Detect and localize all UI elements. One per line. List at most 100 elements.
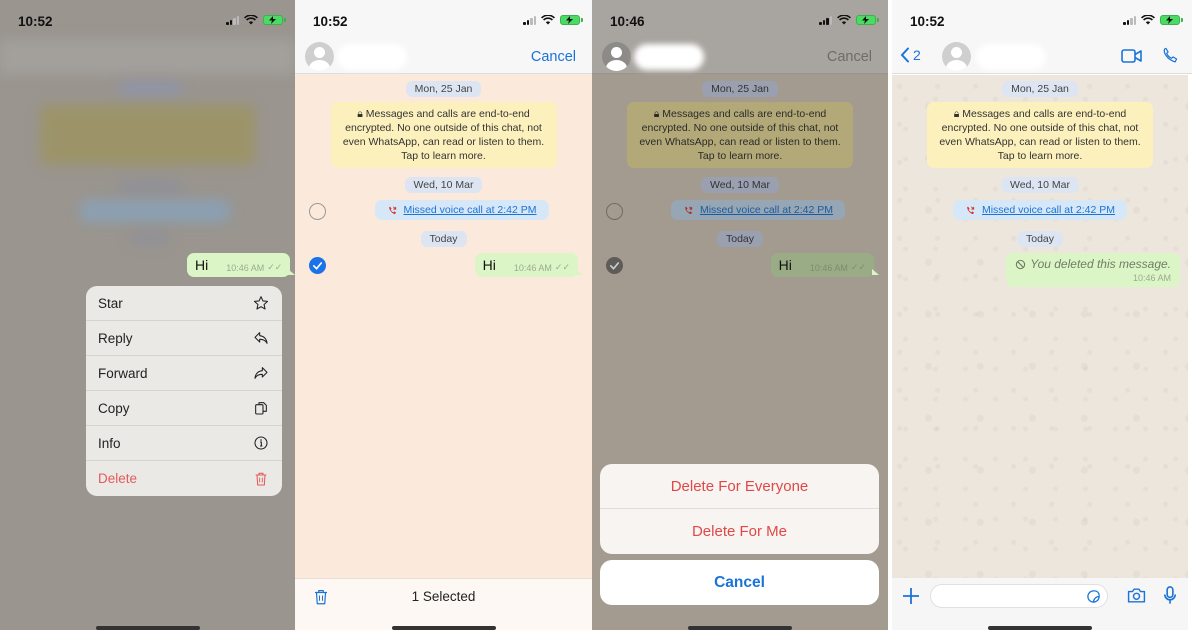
menu-item-info[interactable]: Info	[86, 426, 282, 461]
message-meta: 10:46 AM ✓✓	[226, 262, 282, 273]
selection-toolbar: 1 Selected	[295, 578, 592, 630]
message-bubble[interactable]: Hi 10:46 AM ✓✓	[187, 253, 295, 277]
message-time: 10:46 AM	[513, 262, 552, 273]
message-time: 10:46 AM	[226, 262, 265, 273]
contact-name-redacted	[976, 44, 1046, 70]
menu-item-copy[interactable]: Copy	[86, 391, 282, 426]
phone-call-icon[interactable]	[1161, 47, 1178, 64]
date-chip: Wed, 10 Mar	[404, 177, 483, 193]
cancel-button: Cancel	[826, 49, 872, 65]
menu-item-label: Star	[98, 295, 123, 311]
select-radio-checked[interactable]	[309, 257, 326, 274]
message-meta: 10:46 AM ✓✓	[514, 262, 570, 273]
message-bubble: Hi 10:46 AM ✓✓	[770, 253, 880, 277]
context-menu: Star Reply Forward Copy Info Delete	[86, 286, 282, 496]
status-icons	[523, 15, 583, 25]
delete-for-everyone-button[interactable]: Delete For Everyone	[600, 464, 879, 509]
message-time: 10:46 AM	[809, 262, 848, 273]
chevron-left-icon	[900, 47, 909, 63]
contact-avatar[interactable]	[942, 42, 971, 71]
message-input[interactable]	[930, 584, 1108, 608]
action-sheet-cancel-button[interactable]: Cancel	[600, 560, 879, 605]
deleted-message-bubble[interactable]: You deleted this message. 10:46 AM	[1006, 253, 1180, 287]
trash-icon	[255, 472, 267, 486]
battery-charging-icon	[263, 15, 286, 25]
double-check-icon: ✓✓	[850, 262, 866, 272]
missed-call-bubble[interactable]: Missed voice call at 2:42 PM	[952, 200, 1128, 220]
cancel-button[interactable]: Cancel	[531, 49, 576, 65]
missed-call-bubble[interactable]: Missed voice call at 2:42 PM	[374, 200, 549, 220]
blurred-encryption-notice	[40, 105, 255, 165]
menu-item-star[interactable]: Star	[86, 286, 282, 321]
nav-bar: Cancel	[592, 40, 888, 74]
panel-delete-action-sheet: 10:46 Cancel Mon, 25 Jan 🔒︎ Messages and…	[592, 0, 888, 630]
wifi-icon	[541, 15, 555, 25]
lock-icon: 🔒︎	[953, 108, 960, 120]
menu-item-label: Delete	[98, 471, 138, 486]
status-time: 10:52	[910, 14, 945, 29]
back-button[interactable]: 2	[900, 47, 921, 63]
deleted-message-content: You deleted this message.	[1015, 257, 1171, 271]
missed-call-icon	[967, 206, 975, 214]
microphone-icon[interactable]	[1163, 586, 1177, 605]
status-bar: 10:52	[0, 0, 295, 40]
missed-call-icon	[685, 206, 693, 214]
signal-icon	[819, 15, 832, 25]
missed-call-bubble: Missed voice call at 2:42 PM	[670, 200, 846, 220]
status-time: 10:46	[610, 14, 645, 29]
prohibited-icon	[1016, 259, 1026, 269]
date-chip: Mon, 25 Jan	[405, 81, 482, 97]
encryption-notice[interactable]: 🔒︎ Messages and calls are end-to-end enc…	[927, 102, 1153, 168]
menu-item-reply[interactable]: Reply	[86, 321, 282, 356]
date-chip: Mon, 25 Jan	[702, 81, 778, 97]
contact-name-redacted	[634, 44, 704, 70]
checkmark-icon	[312, 262, 323, 270]
forward-icon	[254, 367, 268, 379]
delete-for-me-button[interactable]: Delete For Me	[600, 509, 879, 554]
home-indicator	[688, 626, 792, 630]
signal-icon	[523, 15, 536, 25]
copy-icon	[255, 402, 267, 415]
lock-icon: 🔒︎	[653, 108, 660, 120]
nav-bar: Cancel	[295, 40, 592, 74]
double-check-icon: ✓✓	[554, 262, 570, 272]
battery-charging-icon	[560, 15, 583, 25]
chat-background: Mon, 25 Jan 🔒︎ Messages and calls are en…	[892, 75, 1188, 578]
signal-icon	[1123, 15, 1136, 25]
blurred-date-chip	[118, 82, 182, 96]
message-meta: 10:46 AM ✓✓	[810, 262, 866, 273]
message-text: Hi	[195, 257, 209, 273]
unread-count: 2	[913, 47, 921, 63]
menu-item-delete[interactable]: Delete	[86, 461, 282, 496]
status-time: 10:52	[313, 14, 348, 29]
missed-call-link[interactable]: Missed voice call at 2:42 PM	[403, 204, 536, 216]
menu-item-forward[interactable]: Forward	[86, 356, 282, 391]
nav-bar: 2	[892, 40, 1192, 74]
date-chip: Today	[1016, 231, 1064, 247]
video-call-icon[interactable]	[1121, 49, 1142, 63]
contact-avatar	[602, 42, 631, 71]
signal-icon	[226, 15, 239, 25]
missed-call-link[interactable]: Missed voice call at 2:42 PM	[982, 204, 1115, 216]
status-bar: 10:52	[295, 0, 592, 40]
contact-avatar[interactable]	[305, 42, 334, 71]
encryption-notice-text: Messages and calls are end-to-end encryp…	[639, 108, 841, 162]
sticker-icon[interactable]	[1086, 589, 1101, 604]
select-radio[interactable]	[309, 203, 326, 220]
date-chip: Wed, 10 Mar	[1001, 177, 1079, 193]
encryption-notice[interactable]: 🔒︎ Messages and calls are end-to-end enc…	[330, 102, 557, 168]
missed-call-icon	[388, 206, 396, 214]
camera-icon[interactable]	[1127, 587, 1146, 604]
message-bubble[interactable]: Hi 10:46 AM ✓✓	[474, 253, 584, 277]
contact-name-redacted	[337, 44, 407, 70]
date-chip: Today	[420, 231, 467, 247]
battery-charging-icon	[856, 15, 879, 25]
reply-icon	[254, 332, 268, 344]
wifi-icon	[837, 15, 851, 25]
status-time: 10:52	[18, 14, 53, 29]
select-radio	[606, 203, 623, 220]
battery-charging-icon	[1160, 15, 1183, 25]
date-chip: Wed, 10 Mar	[701, 177, 779, 193]
plus-icon[interactable]	[902, 587, 920, 605]
star-icon	[253, 296, 269, 310]
